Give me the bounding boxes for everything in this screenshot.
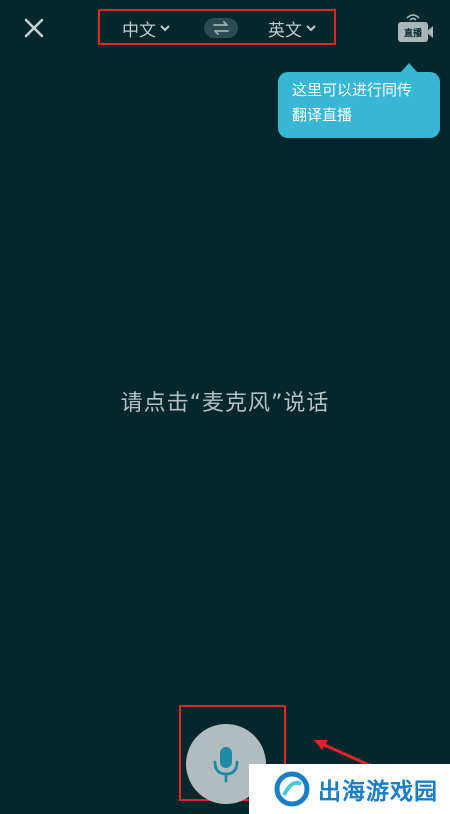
source-language-dropdown[interactable]: 中文 [122,17,170,41]
watermark-text: 出海游戏园 [318,779,438,805]
signal-waves-icon [406,14,420,21]
speak-prompt: 请点击“麦克风”说话 [120,391,330,416]
swap-languages-button[interactable] [204,18,238,38]
swap-icon [213,21,229,35]
close-button[interactable] [19,13,49,43]
chevron-down-icon [306,25,316,32]
camera-lens-shape [426,26,433,38]
watermark-logo-icon [274,771,310,807]
live-label: 直播 [403,28,422,39]
tooltip-line-2: 翻译直播 [292,106,353,124]
live-broadcast-button[interactable]: 直播 [396,12,434,44]
close-icon [24,18,44,38]
tooltip-line-1: 这里可以进行同传 [292,81,413,99]
microphone-icon [213,747,239,783]
chevron-down-icon [160,25,170,32]
language-selector-highlight: 中文 英文 [98,9,336,45]
source-language-label: 中文 [122,20,156,41]
live-broadcast-camera-icon: 直播 [398,22,428,42]
target-language-label: 英文 [268,20,302,41]
live-broadcast-tooltip: 这里可以进行同传 翻译直播 [278,63,440,138]
watermark: 出海游戏园 [249,764,450,814]
target-language-dropdown[interactable]: 英文 [268,17,316,41]
